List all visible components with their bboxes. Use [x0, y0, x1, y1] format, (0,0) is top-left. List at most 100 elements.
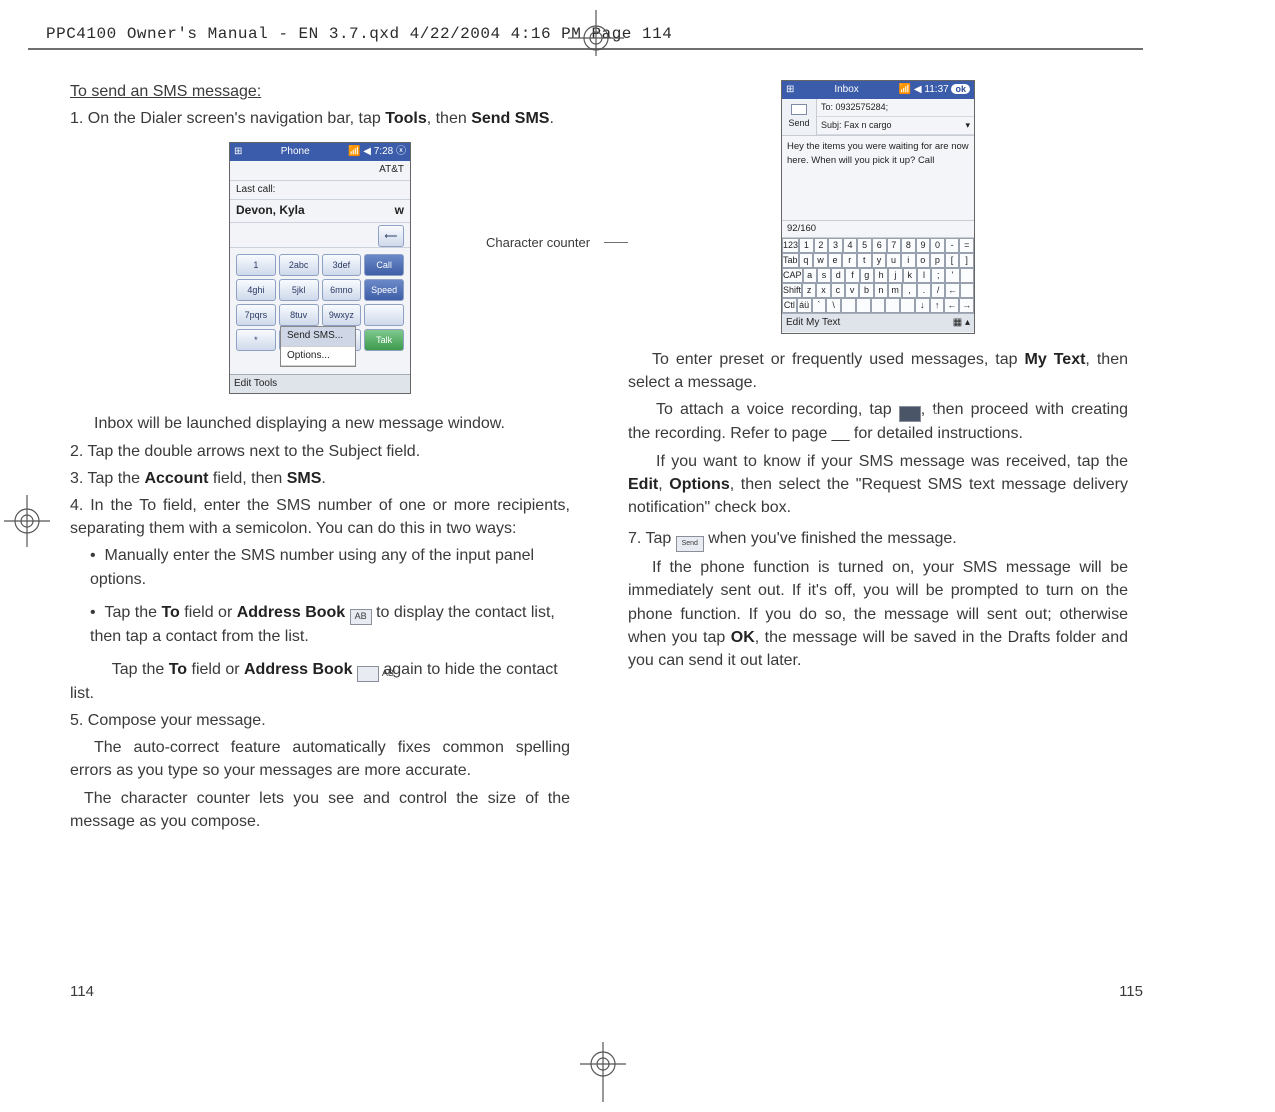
mytext-pre: To enter preset or frequently used messa… [652, 351, 1025, 368]
address-book-icon: AB [357, 666, 379, 682]
kb-key: e [828, 253, 843, 268]
kb-key: ` [812, 298, 827, 313]
kb-key: ← [944, 298, 959, 313]
kb-key: 0 [930, 238, 945, 253]
kb-key: f [845, 268, 859, 283]
kb-key: ' [945, 268, 959, 283]
inbox-footer-left: Edit My Text [786, 314, 840, 332]
kb-key: a [803, 268, 817, 283]
step-3: 3. Tap the Account field, then SMS. [70, 467, 570, 490]
ok-word: OK [731, 629, 755, 646]
to-word: To [161, 604, 179, 621]
step1-end: . [549, 110, 553, 127]
inbox-title: Inbox [834, 83, 858, 98]
body-columns: To send an SMS message: 1. On the Dialer… [70, 80, 1136, 837]
dialpad-key: 6mno [322, 279, 362, 301]
backspace-row: ⟵ [230, 223, 410, 248]
recv-pre: If you want to know if your SMS message … [656, 453, 1128, 470]
kb-key: 5 [857, 238, 872, 253]
phone-footer: Edit Tools [230, 374, 410, 393]
b2-mid: field or [180, 604, 237, 621]
kb-key: \ [826, 298, 841, 313]
kb-key: k [903, 268, 917, 283]
received-para: If you want to know if your SMS message … [628, 450, 1128, 520]
address-book-icon: AB [350, 609, 372, 625]
step-2: 2. Tap the double arrows next to the Sub… [70, 440, 570, 463]
bullet-dot: • [90, 604, 105, 621]
to-field: To: 0932575284; [817, 99, 974, 117]
bullet-1: • Manually enter the SMS number using an… [70, 544, 570, 590]
step1-pre: 1. On the Dialer screen's navigation bar… [70, 110, 385, 127]
kb-key: y [872, 253, 887, 268]
kb-key: l [917, 268, 931, 283]
kb-key: x [816, 283, 830, 298]
kb-key: d [831, 268, 845, 283]
step-7: 7. Tap Send when you've finished the mes… [628, 527, 1128, 552]
mytext-word: My Text [1025, 351, 1086, 368]
kb-key [841, 298, 856, 313]
win-flag-icon: ⊞ [234, 145, 242, 160]
carrier-row: AT&T [230, 161, 410, 181]
kb-key [960, 283, 974, 298]
send-sms-word: Send SMS [471, 110, 549, 127]
chevron-icon: ▾ [965, 119, 970, 132]
kb-key: 3 [828, 238, 843, 253]
callout-line [604, 242, 628, 243]
step7-pre: 7. Tap [628, 530, 676, 547]
send-label: Send [782, 117, 816, 130]
dialpad-key [364, 304, 404, 326]
kb-key: w [813, 253, 828, 268]
voice-pre: To attach a voice recording, tap [656, 401, 899, 418]
comma: , [658, 476, 669, 493]
kb-key: q [799, 253, 814, 268]
page-number-left: 114 [70, 983, 94, 1000]
inbox-footer: Edit My Text ▦ ▴ [782, 313, 974, 332]
step3-pre: 3. Tap the [70, 470, 144, 487]
kb-key: , [902, 283, 916, 298]
autocorrect-para: The auto-correct feature automatically f… [70, 736, 570, 782]
kb-key: 7 [887, 238, 902, 253]
kb-key: j [888, 268, 902, 283]
kb-key: 123 [782, 238, 799, 253]
options-word: Options [669, 476, 729, 493]
subj-field: Subj: Fax n cargo▾ [817, 117, 974, 135]
dialpad-key: 7pqrs [236, 304, 276, 326]
message-body: Hey the items you were waiting for are n… [782, 136, 974, 221]
soft-keyboard: 1231234567890-= Tabqwertyuiop[] CAPasdfg… [782, 238, 974, 313]
kb-key: 2 [814, 238, 829, 253]
char-counter-callout: Character counter [486, 234, 590, 253]
inbox-fields: Send To: 0932575284; Subj: Fax n cargo▾ [782, 99, 974, 136]
kb-key: 4 [843, 238, 858, 253]
step-5: 5. Compose your message. [70, 709, 570, 732]
backspace-icon: ⟵ [378, 225, 404, 247]
kb-key: 1 [799, 238, 814, 253]
edit-word: Edit [628, 476, 658, 493]
kb-key: [ [945, 253, 960, 268]
phone-time: 📶 ◀ 7:28 ⓧ [348, 145, 406, 160]
dialpad-key: 2abc [279, 254, 319, 276]
kb-key: Tab [782, 253, 799, 268]
manual-page: PPC4100 Owner's Manual - EN 3.7.qxd 4/22… [0, 0, 1275, 1112]
kb-key: b [859, 283, 873, 298]
dialpad-key: 5jkl [279, 279, 319, 301]
signal-icon: w [395, 202, 404, 219]
kb-key: ; [931, 268, 945, 283]
kb-key: h [874, 268, 888, 283]
keyboard-toggle-icon: ▦ ▴ [953, 314, 970, 332]
kb-key: i [901, 253, 916, 268]
kb-key [856, 298, 871, 313]
step-4: 4. In the To field, enter the SMS number… [70, 494, 570, 540]
last-call-row: Devon, Kyla w [230, 200, 410, 222]
dialpad-key: 1 [236, 254, 276, 276]
last-call-name: Devon, Kyla [236, 202, 305, 219]
envelope-icon [791, 104, 807, 115]
hide-pre: Tap the [112, 661, 169, 678]
hide-contact-para: Tap the To field or Address Book AB agai… [70, 658, 570, 705]
kb-key: Ctl [782, 298, 797, 313]
dialpad-key: 3def [322, 254, 362, 276]
last-call-label: Last call: [230, 181, 410, 201]
record-icon: ▣ [899, 406, 921, 422]
page-number-right: 115 [1119, 983, 1143, 1000]
charcounter-para: The character counter lets you see and c… [70, 787, 570, 833]
send-button: Send [782, 99, 817, 135]
